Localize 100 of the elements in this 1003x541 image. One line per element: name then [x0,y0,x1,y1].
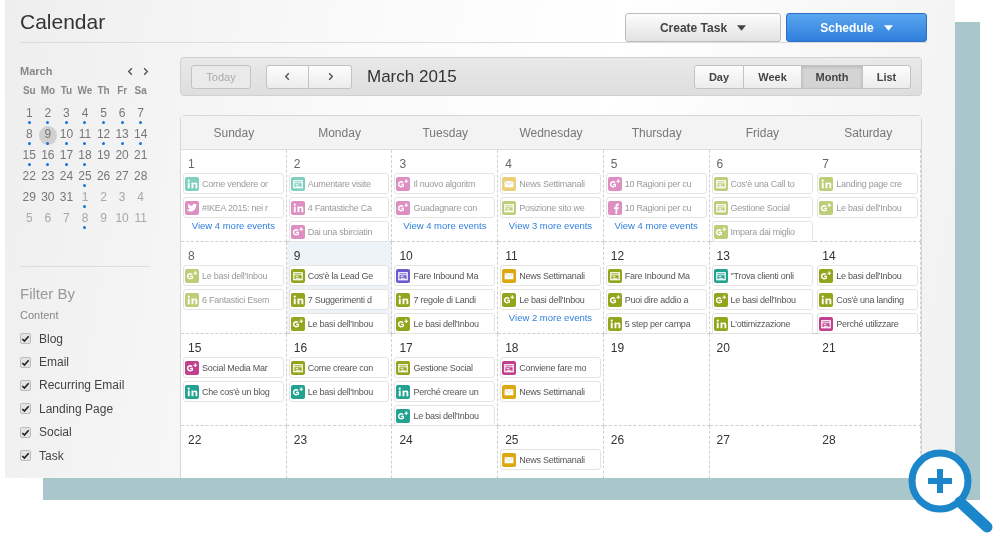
date-cell[interactable]: 31 [57,189,76,208]
event-item[interactable]: Le basi dell'Inbou [394,405,496,426]
event-item[interactable]: 4 Fantastiche Ca [288,197,390,218]
event-item[interactable]: #IKEA 2015: nei r [183,197,284,218]
date-cell[interactable]: 3 [57,105,76,124]
more-events-link[interactable]: View 2 more events [508,312,593,323]
date-cell[interactable]: 7 [57,210,76,229]
date-cell[interactable]: 11 [76,126,94,145]
date-cell[interactable]: 13 [113,126,132,145]
event-item[interactable]: 5 step per campa [605,313,707,334]
view-tab[interactable]: Day [694,64,744,89]
date-cell[interactable]: 6 [113,105,132,124]
event-item[interactable]: Perché utilizzare [817,313,918,334]
event-item[interactable]: "Trova clienti onli [711,265,814,286]
event-item[interactable]: Le basi dell'Inbou [817,265,918,286]
checkbox[interactable] [20,403,31,415]
view-tab[interactable]: List [863,64,911,89]
date-cell[interactable]: 4 [76,105,94,124]
date-cell[interactable]: 5 [20,210,39,229]
event-item[interactable]: Fare Inbound Ma [605,265,707,286]
date-cell[interactable]: 1 [20,105,39,124]
more-events-link[interactable]: View 4 more events [191,220,275,231]
date-cell[interactable]: 1 [76,189,94,208]
more-events-link[interactable]: View 4 more events [614,220,698,231]
event-item[interactable]: Le basi dell'Inbou [394,313,496,334]
event-item[interactable]: Cos'è la Lead Ge [288,265,390,286]
date-cell[interactable]: 16 [38,147,57,166]
event-item[interactable]: Che cos'è un blog [183,381,284,402]
event-item[interactable]: Le basi dell'Inbou [288,313,390,334]
date-cell[interactable]: 4 [131,189,150,208]
event-item[interactable]: Guadagnare con [394,197,496,218]
date-cell[interactable]: 18 [76,147,94,166]
date-cell[interactable]: 23 [38,168,57,187]
previous-month-icon[interactable] [126,66,135,76]
event-item[interactable]: Dai una sbirciatin [288,221,390,242]
event-item[interactable]: News Settimanali [500,381,601,402]
next-month-icon[interactable] [141,66,150,76]
checkbox[interactable] [20,450,31,462]
checkbox[interactable] [20,333,31,345]
event-item[interactable]: Fare Inbound Ma [394,265,496,286]
date-cell[interactable]: 11 [131,210,150,229]
date-cell[interactable]: 27 [113,168,132,187]
date-cell[interactable]: 14 [131,126,150,145]
event-item[interactable]: Impara dai miglio [711,221,814,242]
event-item[interactable]: Come vendere or [183,173,284,194]
date-cell[interactable]: 9 [94,210,113,229]
date-cell[interactable]: 26 [94,168,113,187]
event-item[interactable]: Landing page cre [817,173,918,194]
event-item[interactable]: 7 Suggerimenti d [288,289,390,310]
event-item[interactable]: 10 Ragioni per cu [605,197,707,218]
date-cell[interactable]: 20 [113,147,132,166]
date-cell[interactable]: 2 [38,105,57,124]
date-cell[interactable]: 17 [57,147,76,166]
date-cell[interactable]: 6 [38,210,57,229]
event-item[interactable]: 7 regole di Landi [394,289,496,310]
event-item[interactable]: Le basi dell'Inbou [183,265,284,286]
date-cell[interactable]: 15 [20,147,39,166]
checkbox[interactable] [20,379,31,391]
event-item[interactable]: Gestione Social [711,197,814,218]
event-item[interactable]: Le basi dell'Inbou [500,289,601,310]
event-item[interactable]: Come creare con [288,357,390,378]
event-item[interactable]: News Settimanali [500,449,601,470]
event-item[interactable]: News Settimanali [500,265,601,286]
event-item[interactable]: Le basi dell'Inbou [711,289,814,310]
date-cell[interactable]: 10 [113,210,132,229]
view-tab[interactable]: Week [744,64,802,89]
event-item[interactable]: Posizione sito we [500,197,601,218]
date-cell[interactable]: 28 [131,168,150,187]
date-cell[interactable]: 24 [57,168,76,187]
event-item[interactable]: Cos'è una landing [817,289,918,310]
date-cell[interactable]: 2 [94,189,113,208]
create-task-button[interactable]: Create Task [625,13,781,42]
date-cell[interactable]: 5 [94,105,113,124]
date-cell[interactable]: 30 [38,189,57,208]
event-item[interactable]: News Settimanali [500,173,601,194]
event-item[interactable]: Le basi dell'Inbou [288,381,390,402]
date-cell[interactable]: 25 [76,168,94,187]
event-item[interactable]: Puoi dire addio a [605,289,707,310]
event-item[interactable]: Aumentare visite [288,173,390,194]
schedule-button[interactable]: Schedule [786,13,927,42]
date-cell[interactable]: 3 [113,189,132,208]
event-item[interactable]: 10 Ragioni per cu [605,173,707,194]
event-item[interactable]: Perché creare un [394,381,496,402]
date-cell[interactable]: 9 [38,126,57,145]
more-events-link[interactable]: View 3 more events [508,220,593,231]
event-item[interactable]: Il nuovo algoritm [394,173,496,194]
date-cell[interactable]: 7 [131,105,150,124]
date-cell[interactable]: 10 [57,126,76,145]
date-cell[interactable]: 19 [94,147,113,166]
event-item[interactable]: L'ottimizzazione [711,313,814,334]
checkbox[interactable] [20,426,31,438]
checkbox[interactable] [20,356,31,368]
event-item[interactable]: 6 Fantastici Esem [183,289,284,310]
date-cell[interactable]: 12 [94,126,113,145]
date-cell[interactable]: 21 [131,147,150,166]
more-events-link[interactable]: View 4 more events [403,220,487,231]
event-item[interactable]: Le basi dell'Inbou [817,197,918,218]
date-cell[interactable]: 29 [20,189,39,208]
event-item[interactable]: Social Media Mar [183,357,284,378]
date-cell[interactable]: 22 [20,168,39,187]
